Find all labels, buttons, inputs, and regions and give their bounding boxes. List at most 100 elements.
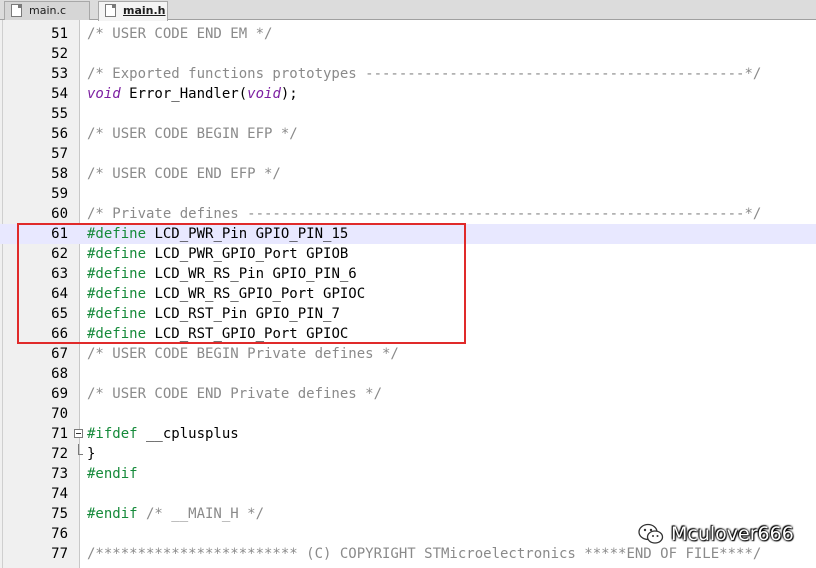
line-number: 75 (51, 506, 68, 522)
comment-token: /* Private defines ---------------------… (87, 206, 762, 222)
code-line[interactable]: 52 (0, 44, 816, 64)
line-number: 59 (51, 186, 68, 202)
line-number: 51 (51, 26, 68, 42)
code-text: /* Exported functions prototypes -------… (87, 64, 761, 84)
code-line[interactable]: 66 #define LCD_RST_GPIO_Port GPIOC (0, 324, 816, 344)
code-text: /* USER CODE BEGIN EFP */ (87, 124, 298, 144)
code-text: } (87, 444, 95, 464)
preprocessor-token: #define (87, 266, 147, 282)
code-text: #define LCD_PWR_GPIO_Port GPIOB (87, 244, 348, 264)
code-token: } (87, 446, 96, 462)
line-number: 55 (51, 106, 68, 122)
line-number: 71 (51, 426, 68, 442)
code-line[interactable]: 63 #define LCD_WR_RS_Pin GPIO_PIN_6 (0, 264, 816, 284)
file-icon (11, 4, 22, 17)
code-line[interactable]: 69 /* USER CODE END Private defines */ (0, 384, 816, 404)
code-token: ); (280, 86, 298, 102)
file-icon (105, 4, 116, 17)
code-text: #define LCD_RST_Pin GPIO_PIN_7 (87, 304, 340, 324)
code-token: __cplusplus (137, 426, 239, 442)
code-token: LCD_RST_Pin GPIO_PIN_7 (146, 306, 340, 322)
code-line[interactable]: 74 (0, 484, 816, 504)
tab-label: main.h (123, 4, 166, 17)
keyword-token: void (87, 86, 121, 102)
code-line[interactable]: 62 #define LCD_PWR_GPIO_Port GPIOB (0, 244, 816, 264)
preprocessor-token: #define (87, 326, 147, 342)
code-line[interactable]: 70 (0, 404, 816, 424)
watermark-text: Mculover666 (671, 523, 794, 545)
tab-label: main.c (29, 4, 67, 17)
line-number: 60 (51, 206, 68, 222)
code-text: #define LCD_WR_RS_Pin GPIO_PIN_6 (87, 264, 357, 284)
line-number: 54 (51, 86, 68, 102)
code-token: LCD_RST_GPIO_Port GPIOC (146, 326, 349, 342)
line-number: 76 (51, 526, 68, 542)
code-text: void Error_Handler(void); (87, 84, 298, 104)
line-number: 73 (51, 466, 68, 482)
line-number: 77 (51, 546, 68, 562)
code-text: #define LCD_PWR_Pin GPIO_PIN_15 (87, 224, 348, 244)
code-text: #ifdef __cplusplus (87, 424, 239, 444)
comment-token: /* Exported functions prototypes -------… (87, 66, 762, 82)
preprocessor-token: #define (87, 246, 147, 262)
code-text: /* USER CODE BEGIN Private defines */ (87, 344, 399, 364)
code-text: #define LCD_RST_GPIO_Port GPIOC (87, 324, 348, 344)
code-line[interactable]: 56 /* USER CODE BEGIN EFP */ (0, 124, 816, 144)
code-token: LCD_WR_RS_GPIO_Port GPIOC (146, 286, 366, 302)
code-line[interactable]: 61 #define LCD_PWR_Pin GPIO_PIN_15 (0, 224, 816, 244)
fold-collapse-icon[interactable] (74, 429, 83, 438)
comment-token: /************************ (C) COPYRIGHT … (87, 546, 762, 562)
line-number: 65 (51, 306, 68, 322)
line-number: 57 (51, 146, 68, 162)
preprocessor-token: #ifdef (87, 426, 138, 442)
line-number: 74 (51, 486, 68, 502)
code-text: /* USER CODE END EFP */ (87, 164, 281, 184)
code-line[interactable]: 60 /* Private defines -------------------… (0, 204, 816, 224)
code-line[interactable]: 67 /* USER CODE BEGIN Private defines */ (0, 344, 816, 364)
watermark: Mculover666 (638, 520, 794, 548)
code-line[interactable]: 59 (0, 184, 816, 204)
tab-bar: main.c main.h (0, 0, 816, 21)
comment-token: /* __MAIN_H */ (137, 506, 265, 522)
code-text: /* USER CODE END Private defines */ (87, 384, 382, 404)
comment-token: /* USER CODE BEGIN EFP */ (87, 126, 298, 142)
comment-token: /* USER CODE END EM */ (87, 26, 273, 42)
line-number: 63 (51, 266, 68, 282)
line-number: 56 (51, 126, 68, 142)
preprocessor-token: #endif (87, 506, 138, 522)
line-number: 72 (51, 446, 68, 462)
keyword-token: void (247, 86, 281, 102)
code-token: LCD_PWR_Pin GPIO_PIN_15 (146, 226, 349, 242)
fold-end-marker (78, 444, 83, 455)
code-line[interactable]: 55 (0, 104, 816, 124)
code-token: LCD_WR_RS_Pin GPIO_PIN_6 (146, 266, 357, 282)
code-line[interactable]: 72} (0, 444, 816, 464)
line-number: 66 (51, 326, 68, 342)
code-line[interactable]: 64 #define LCD_WR_RS_GPIO_Port GPIOC (0, 284, 816, 304)
line-number: 58 (51, 166, 68, 182)
tab-main-h[interactable]: main.h (98, 1, 168, 21)
code-token: Error_Handler( (120, 86, 248, 102)
code-line[interactable]: 58 /* USER CODE END EFP */ (0, 164, 816, 184)
line-number: 68 (51, 366, 68, 382)
code-line[interactable]: 71 #ifdef __cplusplus (0, 424, 816, 444)
code-text: #endif /* __MAIN_H */ (87, 504, 264, 524)
preprocessor-token: #define (87, 286, 147, 302)
preprocessor-token: #define (87, 306, 147, 322)
tab-main-c[interactable]: main.c (4, 1, 90, 20)
wechat-icon (638, 523, 664, 544)
code-text: /* Private defines ---------------------… (87, 204, 761, 224)
code-line[interactable]: 53 /* Exported functions prototypes -----… (0, 64, 816, 84)
code-line[interactable]: 68 (0, 364, 816, 384)
line-number: 61 (51, 226, 68, 242)
preprocessor-token: #endif (87, 466, 138, 482)
code-line[interactable]: 51 /* USER CODE END EM */ (0, 24, 816, 44)
comment-token: /* USER CODE BEGIN Private defines */ (87, 346, 399, 362)
code-line[interactable]: 65 #define LCD_RST_Pin GPIO_PIN_7 (0, 304, 816, 324)
line-number: 67 (51, 346, 68, 362)
code-line[interactable]: 57 (0, 144, 816, 164)
code-line[interactable]: 54 void Error_Handler(void); (0, 84, 816, 104)
code-text: #define LCD_WR_RS_GPIO_Port GPIOC (87, 284, 365, 304)
line-number: 69 (51, 386, 68, 402)
code-line[interactable]: 73 #endif (0, 464, 816, 484)
